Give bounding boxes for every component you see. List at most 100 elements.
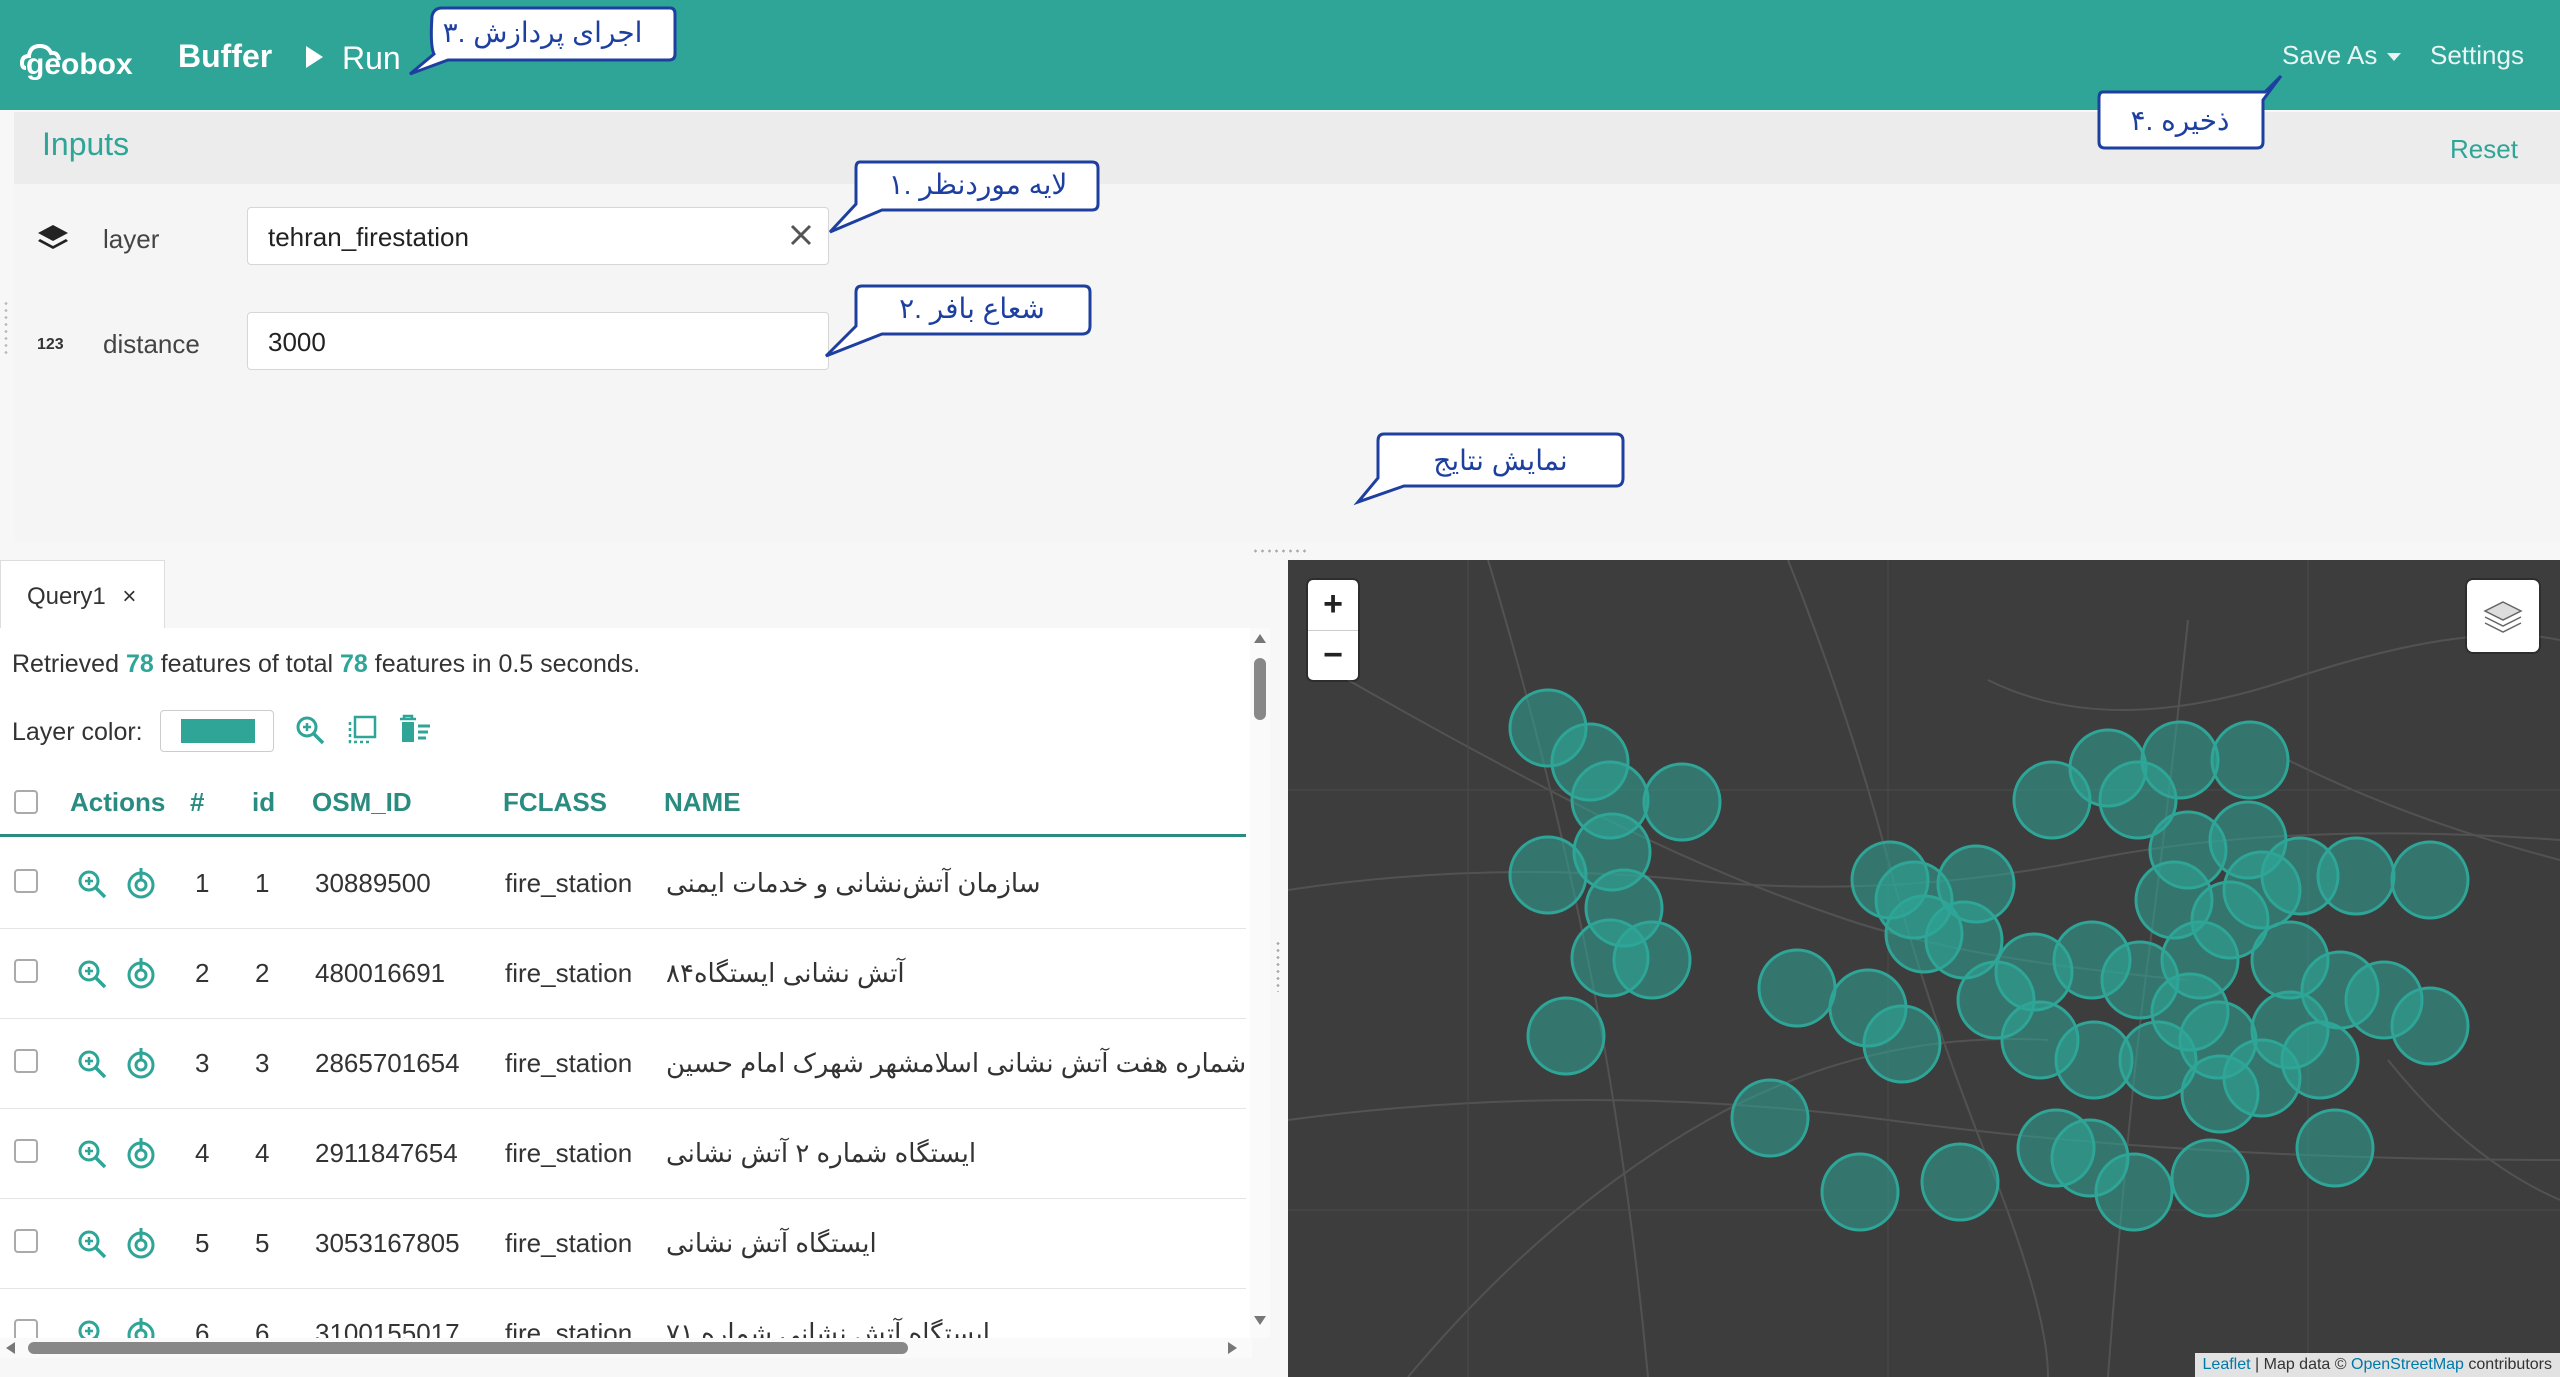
layers-control-button[interactable] — [2467, 580, 2539, 652]
select-features-icon[interactable] — [346, 714, 378, 751]
buffer-circle[interactable] — [2295, 1108, 2375, 1188]
buffer-circle[interactable] — [2094, 1152, 2174, 1232]
buffer-circle[interactable] — [2210, 720, 2290, 800]
inputs-title: Inputs — [42, 126, 130, 162]
row-locate-icon[interactable] — [124, 1046, 158, 1085]
col-name[interactable]: NAME — [664, 787, 741, 818]
buffer-circle[interactable] — [1757, 948, 1837, 1028]
save-as-dropdown[interactable]: Save As — [2282, 40, 2402, 71]
row-zoom-icon[interactable] — [76, 868, 108, 905]
col-id[interactable]: id — [252, 787, 275, 818]
clear-layer-icon[interactable] — [398, 714, 432, 751]
buffer-circle[interactable] — [2250, 990, 2330, 1070]
buffer-circle[interactable] — [1936, 844, 2016, 924]
buffer-circle[interactable] — [2390, 840, 2470, 920]
tab-query1[interactable]: Query1 × — [0, 560, 165, 628]
row-locate-icon[interactable] — [124, 1316, 158, 1338]
panel-resize-handle[interactable] — [1252, 548, 1308, 554]
map-canvas[interactable] — [1288, 560, 2560, 1377]
table-horizontal-scrollbar[interactable] — [0, 1338, 1252, 1358]
row-locate-icon[interactable] — [124, 956, 158, 995]
row-locate-icon[interactable] — [124, 866, 158, 905]
row-id: 1 — [255, 868, 270, 898]
table-row[interactable]: 5 5 3053167805 fire_station ایستگاه آتش نشان… — [0, 1198, 1246, 1289]
table-vertical-scrollbar[interactable] — [1250, 628, 1270, 1338]
row-checkbox[interactable] — [14, 1139, 38, 1163]
row-num: 5 — [195, 1228, 210, 1258]
scroll-up-arrow[interactable] — [1254, 634, 1266, 643]
vertical-scroll-thumb[interactable] — [1254, 658, 1266, 720]
table-row[interactable]: 6 6 3100155017 fire_station ایستگاه آتش نشان… — [0, 1288, 1246, 1338]
table-row[interactable]: 3 3 2865701654 fire_station شماره هفت آتش نش… — [0, 1018, 1246, 1109]
scroll-down-arrow[interactable] — [1254, 1316, 1266, 1325]
row-osm-id: 2865701654 — [315, 1048, 460, 1078]
clear-icon[interactable] — [786, 220, 816, 250]
buffer-circle[interactable] — [2222, 850, 2302, 930]
scroll-left-arrow[interactable] — [6, 1342, 15, 1354]
row-zoom-icon[interactable] — [76, 1048, 108, 1085]
leaflet-link[interactable]: Leaflet — [2203, 1356, 2251, 1373]
zoom-in-button[interactable]: + — [1308, 580, 1358, 631]
buffer-circle[interactable] — [2178, 1000, 2258, 1080]
buffer-circle[interactable] — [1508, 835, 1588, 915]
table-row[interactable]: 1 1 30889500 fire_station سازمان آتش‌نشانی و… — [0, 838, 1246, 929]
col-actions[interactable]: Actions — [70, 787, 165, 818]
buffer-circle[interactable] — [2390, 986, 2470, 1066]
table-row[interactable]: 2 2 480016691 fire_station آتش نشانی ایستگاه… — [0, 928, 1246, 1019]
buffer-circle[interactable] — [1642, 762, 1722, 842]
reset-button[interactable]: Reset — [2450, 134, 2518, 165]
tab-close-icon[interactable]: × — [122, 583, 136, 610]
table-row[interactable]: 4 4 2911847654 fire_station ایستگاه شماره ۲ … — [0, 1108, 1246, 1199]
col-num[interactable]: # — [190, 787, 204, 818]
tab-label: Query1 — [27, 583, 106, 610]
buffer-circle[interactable] — [1612, 920, 1692, 1000]
row-fclass: fire_station — [505, 958, 633, 988]
row-checkbox[interactable] — [14, 869, 38, 893]
split-resize-handle[interactable] — [1274, 940, 1282, 992]
side-resize-handle[interactable] — [2, 300, 10, 356]
col-osm-id[interactable]: OSM_ID — [312, 787, 412, 818]
buffer-circle[interactable] — [2316, 836, 2396, 916]
scroll-right-arrow[interactable] — [1228, 1342, 1237, 1354]
callout-run-process: ۳. اجرای پردازش — [409, 6, 677, 76]
row-osm-id: 480016691 — [315, 958, 446, 988]
zoom-out-button[interactable]: − — [1308, 631, 1358, 681]
col-fclass[interactable]: FCLASS — [503, 787, 607, 818]
row-checkbox[interactable] — [14, 1229, 38, 1253]
layer-input[interactable]: tehran_firestation — [247, 207, 829, 265]
buffer-circle[interactable] — [1526, 996, 1606, 1076]
buffer-circle[interactable] — [1730, 1078, 1810, 1158]
distance-label: distance — [103, 329, 200, 359]
horizontal-scroll-thumb[interactable] — [28, 1342, 908, 1354]
row-name: سازمان آتش‌نشانی و خدمات ایمنی — [666, 868, 1041, 898]
map-view[interactable] — [1288, 560, 2560, 1377]
row-checkbox[interactable] — [14, 959, 38, 983]
map-layers-icon — [2481, 594, 2525, 643]
row-zoom-icon[interactable] — [76, 1138, 108, 1175]
buffer-circle[interactable] — [1820, 1152, 1900, 1232]
row-id: 6 — [255, 1318, 270, 1338]
row-checkbox[interactable] — [14, 1049, 38, 1073]
buffer-circle[interactable] — [2170, 1138, 2250, 1218]
buffer-circle[interactable] — [2140, 720, 2220, 800]
buffer-circle[interactable] — [1920, 1142, 2000, 1222]
geobox-logo[interactable]: geobox — [19, 30, 145, 81]
buffer-circle[interactable] — [1862, 1004, 1942, 1084]
row-locate-icon[interactable] — [124, 1226, 158, 1265]
save-as-label: Save As — [2282, 40, 2378, 70]
select-all-checkbox[interactable] — [14, 790, 38, 814]
zoom-to-layer-icon[interactable] — [294, 714, 326, 751]
settings-link[interactable]: Settings — [2430, 40, 2524, 71]
row-checkbox[interactable] — [14, 1319, 38, 1338]
layer-color-label: Layer color: — [12, 718, 143, 746]
buffer-circle[interactable] — [1850, 840, 1930, 920]
buffer-circle[interactable] — [2160, 920, 2240, 1000]
osm-link[interactable]: OpenStreetMap — [2351, 1356, 2464, 1373]
row-zoom-icon[interactable] — [76, 1318, 108, 1338]
layer-color-picker[interactable] — [160, 710, 274, 752]
distance-input[interactable]: 3000 — [247, 312, 829, 370]
row-zoom-icon[interactable] — [76, 958, 108, 995]
row-locate-icon[interactable] — [124, 1136, 158, 1175]
row-zoom-icon[interactable] — [76, 1228, 108, 1265]
row-name: آتش نشانی ایستگاه۸۴ — [666, 958, 905, 988]
